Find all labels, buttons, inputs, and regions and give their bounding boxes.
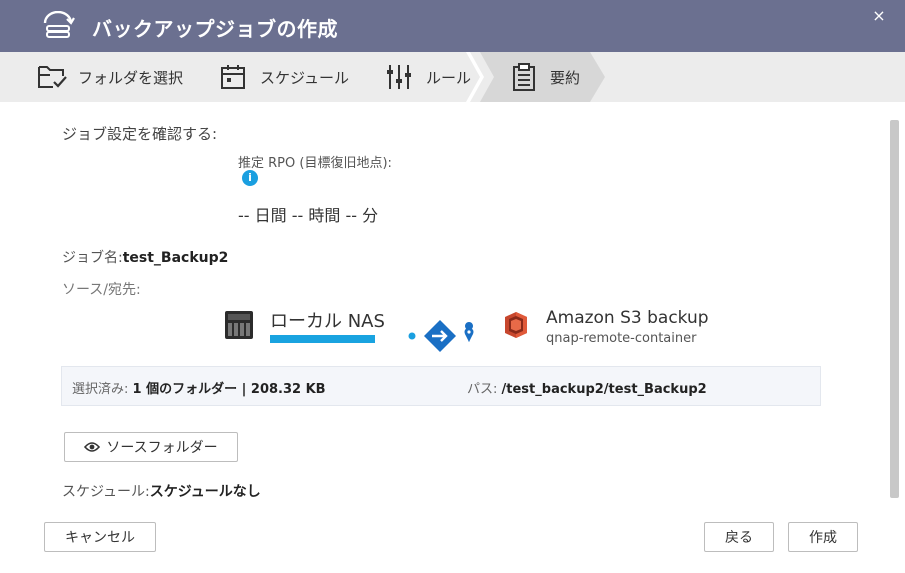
source-destination-label: ソース/宛先: [62,282,141,298]
path-info: パス: /test_backup2/test_Backup2 [467,378,707,397]
step-label: 要約 [550,68,581,87]
job-name-value: test_Backup2 [122,250,229,266]
calendar-icon [221,65,245,89]
step-label: フォルダを選択 [78,68,184,87]
schedule-value: スケジュールなし [149,484,261,500]
folder-check-icon [38,66,67,88]
job-name-label: ジョブ名: [62,250,123,266]
source-address-redacted [270,335,375,343]
selected-info: 選択済み: 1 個のフォルダー | 208.32 KB [72,378,326,397]
transfer-arrow-icon [408,320,474,352]
step-rules[interactable]: ルール [384,52,471,102]
rpo-label: 推定 RPO (目標復旧地点): [238,156,392,171]
cancel-button[interactable]: キャンセル [44,522,156,552]
path-value: /test_backup2/test_Backup2 [501,382,707,397]
scrollbar[interactable] [890,120,899,498]
step-label: ルール [426,68,472,87]
rpo-value: -- 日間 -- 時間 -- 分 [238,206,379,225]
step-label: スケジュール [260,68,349,87]
amazon-s3-icon [505,312,527,338]
window-title: バックアップジョブの作成 [92,17,338,41]
step-select-folder[interactable]: フォルダを選択 [36,52,183,102]
nas-device-icon [225,311,253,339]
step-schedule[interactable]: スケジュール [218,52,349,102]
destination-container: qnap-remote-container [546,331,697,346]
source-folder-button-label: ソースフォルダー [106,440,218,456]
selection-summary: 選択済み: 1 個のフォルダー | 208.32 KB パス: /test_ba… [61,366,821,406]
back-button[interactable]: 戻る [704,522,774,552]
destination-name: Amazon S3 backup [546,308,709,328]
eye-icon [84,442,101,452]
summary-heading: ジョブ設定を確認する: [62,125,218,143]
job-name-row: ジョブ名:test_Backup2 [62,247,228,267]
backup-job-icon [43,11,75,38]
title-bar: バックアップジョブの作成 × [0,0,905,52]
schedule-row: スケジュール:スケジュールなし [62,481,261,501]
info-icon[interactable]: i [242,170,258,186]
clipboard-icon [513,63,535,91]
source-name: ローカル NAS [270,311,385,332]
schedule-label: スケジュール: [62,484,150,500]
step-summary[interactable]: 要約 [508,52,580,102]
create-button[interactable]: 作成 [788,522,858,552]
close-button[interactable]: × [869,6,889,26]
selected-label: 選択済み: [72,382,129,397]
sliders-icon [387,65,411,89]
selected-value: 1 個のフォルダー | 208.32 KB [132,382,326,397]
path-label: パス: [467,382,498,397]
source-folder-button[interactable]: ソースフォルダー [64,432,238,462]
